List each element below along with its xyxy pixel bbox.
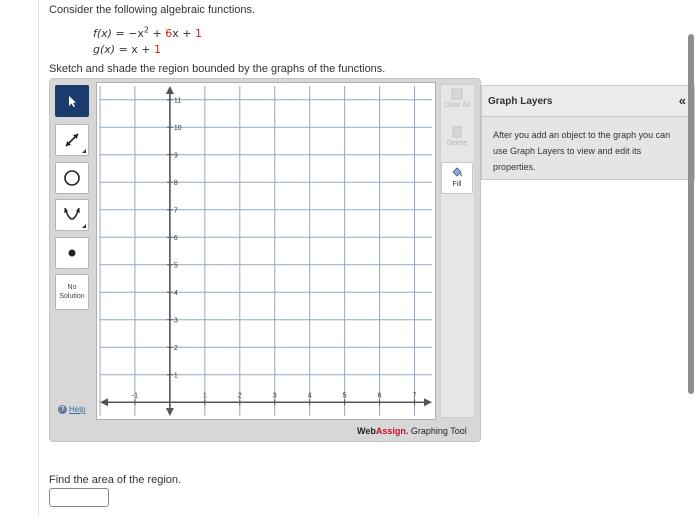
answer-input[interactable] — [49, 488, 109, 507]
f-eq-mid: + — [149, 27, 166, 40]
f-label: f(x) — [93, 27, 112, 40]
y-tick-label: 1 — [174, 372, 178, 379]
y-tick-label: 8 — [174, 180, 178, 187]
clear-all-icon — [451, 88, 463, 100]
area-question: Find the area of the region. — [49, 474, 182, 486]
brand-tool: Graphing Tool — [408, 426, 467, 436]
g-label: g(x) — [93, 43, 116, 56]
x-tick-label: 1 — [203, 392, 207, 399]
f-eq-x: x + — [172, 27, 195, 40]
point-tool-button[interactable] — [55, 237, 89, 269]
line-arrow-icon — [65, 133, 79, 147]
line-tool-button[interactable] — [55, 124, 89, 156]
no-solution-label-1: No — [67, 284, 77, 291]
x-tick-label: 3 — [273, 392, 277, 399]
delete-button[interactable]: Delete — [441, 125, 473, 157]
function-f: f(x) = −x2 + 6x + 1 — [93, 26, 202, 40]
g-eq-pre: = x + — [118, 43, 155, 56]
y-tick-label: 4 — [174, 290, 178, 297]
graph-layers-description: After you add an object to the graph you… — [493, 130, 671, 172]
graph-border — [96, 82, 436, 420]
fill-label: Fill — [452, 181, 462, 188]
parabola-tool-submenu-icon — [82, 224, 86, 228]
y-axis-bottom-arrow — [165, 408, 174, 416]
x-tick-label: 5 — [343, 392, 347, 399]
pointer-tool-button[interactable] — [55, 85, 89, 117]
delete-label: Delete — [446, 140, 468, 147]
help-icon: ? — [58, 405, 67, 414]
parabola-tool-button[interactable] — [55, 199, 89, 231]
y-axis-top-arrow — [165, 86, 174, 94]
line-tool-submenu-icon — [82, 149, 86, 153]
y-tick-label: 6 — [174, 235, 178, 242]
x-tick-label: -1 — [132, 392, 138, 399]
webassign-brand: WebAssign. Graphing Tool — [357, 426, 467, 436]
circle-tool-button[interactable] — [55, 162, 89, 194]
x-tick-label: 4 — [308, 392, 312, 399]
y-tick-label: 9 — [174, 152, 178, 159]
y-tick-label: 11 — [174, 97, 181, 104]
question-intro: Consider the following algebraic functio… — [49, 4, 256, 16]
circle-icon — [64, 170, 80, 186]
y-tick-label: 2 — [174, 345, 178, 352]
graph-layers-panel: Graph Layers « After you add an object t… — [481, 85, 695, 180]
f-constant: 1 — [194, 27, 202, 40]
brand-web: Web — [357, 426, 376, 436]
y-tick-label: 7 — [174, 207, 178, 214]
x-tick-label: 6 — [378, 392, 382, 399]
help-link[interactable]: ? Help — [58, 405, 85, 414]
graph-layers-header: Graph Layers « — [482, 86, 694, 117]
y-tick-label: 10 — [174, 125, 182, 132]
pointer-icon — [69, 96, 76, 107]
y-tick-label: 3 — [174, 317, 178, 324]
paint-bucket-icon — [452, 167, 462, 177]
trash-icon — [452, 126, 462, 138]
no-solution-label-2: Solution — [59, 293, 85, 300]
brand-assign: Assign. — [375, 426, 409, 436]
page-left-border — [38, 0, 39, 517]
f-eq-pre: = −x — [115, 27, 144, 40]
y-tick-label: 5 — [174, 262, 178, 269]
clear-all-button[interactable]: Clear All — [441, 88, 473, 120]
collapse-icon[interactable]: « — [679, 93, 686, 108]
point-icon — [68, 249, 76, 257]
no-solution-button[interactable]: No Solution — [55, 274, 89, 310]
fill-button[interactable]: Fill — [441, 162, 473, 194]
g-constant: 1 — [154, 43, 162, 56]
scrollbar[interactable] — [688, 34, 694, 394]
function-g: g(x) = x + 1 — [93, 43, 161, 56]
x-tick-label: 2 — [238, 392, 242, 399]
clear-all-label: Clear All — [443, 102, 471, 109]
help-label: Help — [69, 405, 86, 414]
x-tick-label: 7 — [413, 392, 417, 399]
sketch-instruction: Sketch and shade the region bounded by t… — [49, 63, 386, 75]
x-axis-left-arrow — [100, 398, 108, 407]
graph-layers-title: Graph Layers — [488, 96, 553, 107]
x-axis-right-arrow — [424, 398, 432, 407]
parabola-icon — [64, 207, 80, 220]
graph-canvas[interactable]: -1 1 2 3 4 5 6 7 1 2 3 4 5 6 7 8 9 10 11 — [96, 82, 436, 420]
